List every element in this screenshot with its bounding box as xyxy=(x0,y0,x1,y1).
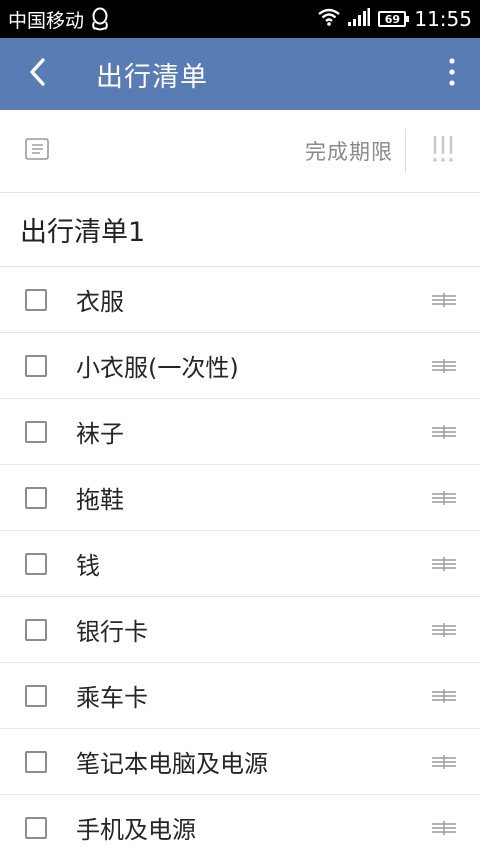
item-label: 钱 xyxy=(76,552,100,580)
drag-handle-icon[interactable] xyxy=(432,818,456,838)
list-item[interactable]: 银行卡 xyxy=(0,597,480,663)
drag-handle-icon[interactable] xyxy=(432,752,456,772)
deadline-button[interactable]: 完成期限 xyxy=(293,110,405,193)
checklist: 衣服 小衣服(一次性) 袜子 拖鞋 钱 银行卡 乘车卡 笔记本电脑及电源 手机及… xyxy=(0,267,480,854)
more-vertical-icon xyxy=(448,57,456,91)
item-checkbox[interactable] xyxy=(25,750,47,773)
app-bar: 出行清单 xyxy=(0,38,480,110)
back-button[interactable] xyxy=(0,38,74,110)
drag-handle-icon[interactable] xyxy=(432,290,456,310)
list-item[interactable]: 手机及电源 xyxy=(0,795,480,854)
more-options-button[interactable] xyxy=(424,38,480,110)
item-checkbox[interactable] xyxy=(25,288,47,311)
page-title: 出行清单 xyxy=(96,61,208,93)
item-label: 笔记本电脑及电源 xyxy=(76,750,268,778)
item-label: 银行卡 xyxy=(76,618,148,646)
battery-icon: 69 xyxy=(378,11,410,27)
item-checkbox[interactable] xyxy=(25,420,47,443)
wifi-icon xyxy=(318,7,341,31)
drag-handle-icon[interactable] xyxy=(432,620,456,640)
list-item[interactable]: 拖鞋 xyxy=(0,465,480,531)
priority-button[interactable] xyxy=(406,110,480,193)
qq-icon xyxy=(90,7,110,31)
item-label: 拖鞋 xyxy=(76,486,124,514)
signal-icon xyxy=(348,7,371,31)
item-checkbox[interactable] xyxy=(25,486,47,509)
item-label: 手机及电源 xyxy=(76,816,196,844)
list-item[interactable]: 钱 xyxy=(0,531,480,597)
item-checkbox[interactable] xyxy=(25,618,47,641)
list-item[interactable]: 笔记本电脑及电源 xyxy=(0,729,480,795)
toolbar: 完成期限 xyxy=(0,110,480,193)
carrier-info: 中国移动 xyxy=(8,6,110,33)
item-label: 小衣服(一次性) xyxy=(76,354,239,382)
list-item[interactable]: 乘车卡 xyxy=(0,663,480,729)
drag-handle-icon[interactable] xyxy=(432,356,456,376)
status-bar: 中国移动 69 11:55 xyxy=(0,0,480,38)
item-label: 袜子 xyxy=(76,420,124,448)
priority-icon xyxy=(431,134,455,168)
list-item[interactable]: 袜子 xyxy=(0,399,480,465)
drag-handle-icon[interactable] xyxy=(432,554,456,574)
item-checkbox[interactable] xyxy=(25,354,47,377)
chevron-left-icon xyxy=(28,57,46,91)
item-label: 乘车卡 xyxy=(76,684,148,712)
drag-handle-icon[interactable] xyxy=(432,422,456,442)
note-icon xyxy=(25,138,49,164)
item-checkbox[interactable] xyxy=(25,816,47,839)
drag-handle-icon[interactable] xyxy=(432,488,456,508)
list-item[interactable]: 衣服 xyxy=(0,267,480,333)
clock: 11:55 xyxy=(414,7,472,31)
item-checkbox[interactable] xyxy=(25,552,47,575)
item-checkbox[interactable] xyxy=(25,684,47,707)
note-button[interactable] xyxy=(0,110,74,193)
status-indicators: 69 11:55 xyxy=(318,7,472,31)
list-title[interactable]: 出行清单1 xyxy=(0,193,480,267)
carrier-name: 中国移动 xyxy=(8,9,85,32)
item-label: 衣服 xyxy=(76,288,124,316)
drag-handle-icon[interactable] xyxy=(432,686,456,706)
list-item[interactable]: 小衣服(一次性) xyxy=(0,333,480,399)
